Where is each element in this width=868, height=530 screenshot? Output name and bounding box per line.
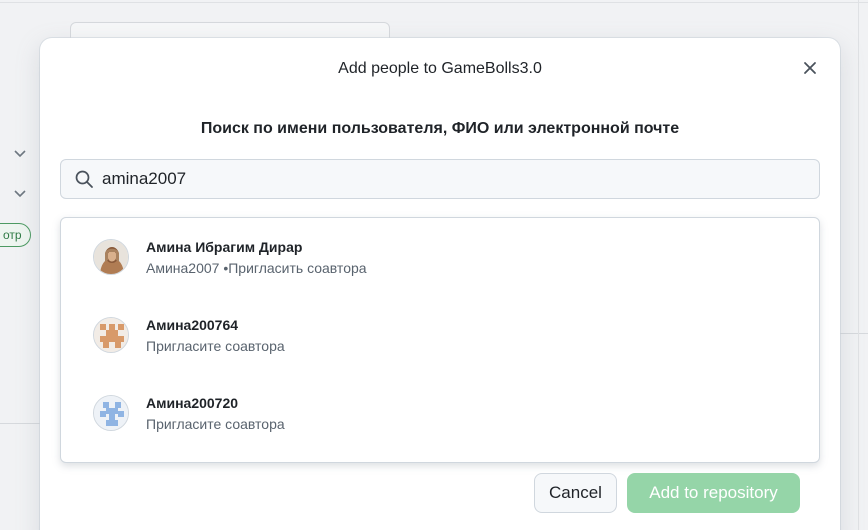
avatar: [93, 395, 129, 431]
search-input[interactable]: [102, 161, 782, 197]
background-divider: [0, 2, 868, 3]
result-detail: Пригласите соавтора: [146, 416, 285, 432]
result-name: Амина200764: [146, 317, 239, 333]
list-item[interactable]: Амина200720 Пригласите соавтора: [61, 374, 819, 452]
result-detail: Амина2007 •Пригласить соавтора: [146, 260, 367, 276]
result-name: Амина200720: [146, 395, 239, 411]
chevron-down-icon[interactable]: [12, 145, 28, 161]
dialog-title: Add people to GameBolls3.0: [338, 60, 542, 77]
result-name: Амина Ибрагим Дирар: [146, 239, 303, 255]
background-badge: отр: [0, 223, 31, 247]
chevron-down-icon[interactable]: [12, 185, 28, 201]
list-item[interactable]: Амина200764 Пригласите соавтора: [61, 296, 819, 374]
result-detail: Пригласите соавтора: [146, 338, 285, 354]
avatar: [93, 239, 129, 275]
add-people-dialog: Add people to GameBolls3.0 Поиск по имен…: [40, 38, 840, 530]
avatar: [93, 317, 129, 353]
close-button[interactable]: [796, 56, 824, 84]
search-icon: [74, 169, 94, 189]
close-icon: [802, 60, 818, 81]
list-item[interactable]: Амина Ибрагим Дирар Амина2007 •Пригласит…: [61, 218, 819, 296]
background-divider: [0, 423, 40, 424]
search-instructions: Поиск по имени пользователя, ФИО или эле…: [200, 120, 680, 137]
cancel-button[interactable]: Cancel: [534, 473, 617, 513]
search-field[interactable]: [60, 159, 820, 199]
background-divider: [840, 333, 868, 334]
search-results-list: Амина Ибрагим Дирар Амина2007 •Пригласит…: [60, 217, 820, 463]
background-divider: [858, 0, 859, 530]
add-to-repository-button[interactable]: Add to repository: [627, 473, 800, 513]
